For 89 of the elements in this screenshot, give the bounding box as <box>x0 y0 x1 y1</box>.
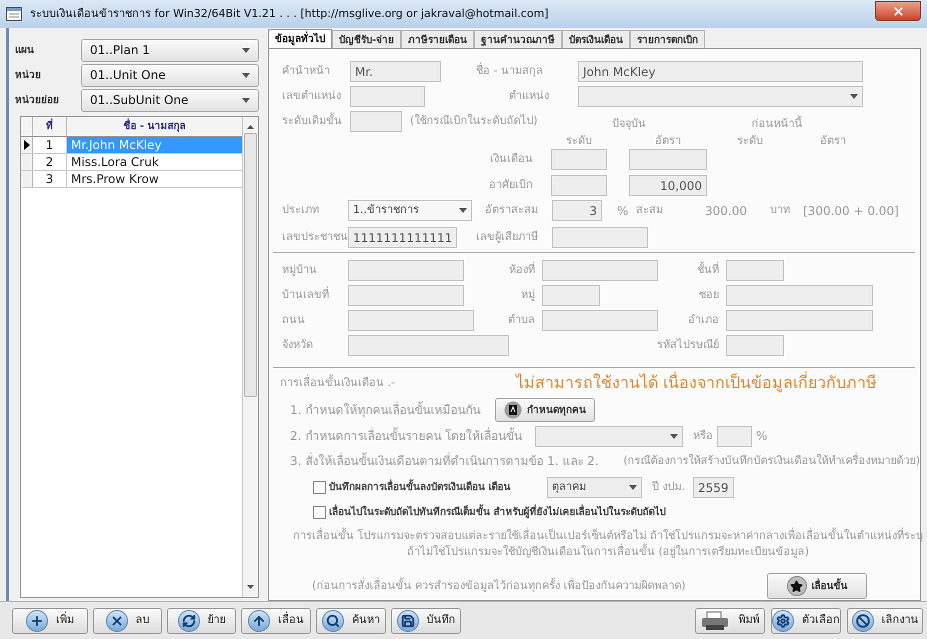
input-field[interactable]: 1111111111111 <box>348 227 457 248</box>
toolbar-button[interactable]: เพิ่ม <box>12 608 88 634</box>
input-field[interactable]: 10,000 <box>629 175 707 196</box>
field-label: ถนน <box>282 312 306 328</box>
column-header: ชื่อ - นามสกุล <box>67 117 242 136</box>
field-label: ปี งปม. <box>652 479 686 496</box>
checkbox-label: บันทึกผลการเลื่อนขั้นลงบัตรเงินเดือน เดือน <box>329 480 530 495</box>
toolbar-button[interactable]: ลบ <box>93 608 162 634</box>
input-field[interactable]: Mr. <box>350 61 441 82</box>
dropdown-field[interactable]: 1..ข้าราชการ <box>348 200 472 221</box>
tab[interactable]: ฐานคำนวณภาษี <box>474 30 562 49</box>
table-cell-text: Mrs.Prow Krow <box>70 171 160 187</box>
window-title: ระบบเงินเดือนข้าราชการ for Win32/64Bit V1.21 . . . [http://msglive.org or jakraval@hotmail.com] <box>30 6 549 22</box>
raise-button[interactable]: เลื่อนขั้น <box>767 573 867 599</box>
toolbar-button[interactable]: บันทึก <box>391 608 461 634</box>
input-field[interactable]: 2559 <box>693 477 734 498</box>
column-header: ที่ <box>33 117 67 136</box>
step-text: 2. กำหนดการเลื่อนขั้นรายคน โดยให้เลื่อนขั้น <box>290 427 524 445</box>
explanation-text: ถ้าไม่ใช่โปรแกรมจะใช้บัญชีเงินเดือนในการเลื่อนขั้น (อยู่ในการเตรียมทะเบียนข้อมูล) <box>406 544 810 560</box>
field-label: [300.00 + 0.00] <box>803 202 899 220</box>
filter-label: หน่วย <box>14 68 42 82</box>
table-row[interactable]: 1 Mr.John McKley <box>21 137 242 154</box>
field-label: เลขตำแหน่ง <box>282 88 342 104</box>
set-all-button[interactable]: กำหนดทุกคน <box>495 398 595 422</box>
toolbar-button[interactable]: ย้าย <box>167 608 236 634</box>
tab[interactable]: ข้อมูลทั่วไป <box>268 29 332 49</box>
field-label: 300.00 <box>705 202 748 220</box>
field-label: เงินเดือน <box>489 151 534 168</box>
warning-text: ไม่สามารถใช้งานได้ เนื่องจากเป็นข้อมูลเกี่ยวกับภาษี <box>516 371 878 394</box>
field-label: ระดับ <box>565 132 593 149</box>
filter-label: แผน <box>14 44 35 58</box>
field-label: เลขประชาชน <box>282 229 348 246</box>
month-dropdown[interactable]: ตุลาคม <box>547 477 642 498</box>
field-label: บ้านเลขที่ <box>282 287 330 304</box>
filter-dropdown[interactable]: 01..Plan 1 <box>81 38 259 62</box>
field-label: หมู่บ้าน <box>282 262 318 278</box>
toolbar-button[interactable]: เลื่อน <box>241 608 311 634</box>
field-label: % <box>617 202 630 220</box>
field-label: บาท <box>770 202 791 218</box>
field-label: (ใช้กรณีเบิกในระดับถัดไป) <box>410 113 538 130</box>
step-text: 1. กำหนดให้ทุกคนเลื่อนขั้นเหมือนกัน <box>290 401 482 419</box>
field-label: อัตรา <box>654 132 682 149</box>
field-label: อัตราสะสม <box>485 202 539 218</box>
table-row[interactable]: 3 Mrs.Prow Krow <box>21 171 242 188</box>
field-label: ประเภท <box>282 202 320 218</box>
field-label: ระดับเดิมขั้น <box>282 113 343 130</box>
table-cell: Mr.John McKley <box>67 137 242 153</box>
field-label: ก่อนหน้านี้ <box>750 116 804 132</box>
backup-note: (ก่อนการสั่งเลื่อนขั้น ควรสำรองข้อมูลไว้ก่อนทุกครั้ง เพื่อป้องกันความผิดพลาด) <box>311 578 687 594</box>
step-text: 3. สั่งให้เลื่อนขั้นเงินเดือนตามที่ดำเนินการตามข้อ 1. และ 2. <box>290 452 600 470</box>
field-label: ซอย <box>698 287 720 304</box>
filter-label: หน่วยย่อย <box>14 94 60 108</box>
table-row[interactable]: 2 Miss.Lora Cruk <box>21 154 242 171</box>
field-label: ระดับ <box>736 132 764 149</box>
tab[interactable]: บัญชีรับ-จ่าย <box>332 30 402 49</box>
field-label: อัตรา <box>819 132 847 149</box>
field-label: หมู่ <box>520 287 536 304</box>
field-label: (กรณีต้องการให้สร้างบันทึกบัตรเงินเดือนให้ทำเครื่องหมายด้วย) <box>623 452 920 469</box>
field-label: จังหวัด <box>282 337 314 354</box>
table-cell: 2 <box>33 154 67 170</box>
field-label: หรือ <box>693 428 714 444</box>
toolbar-button[interactable]: ตัวเลือก <box>771 608 841 634</box>
toolbar-button[interactable]: พิมพ์ <box>695 608 765 634</box>
field-label: ห้องที่ <box>508 262 536 278</box>
table-cell: 3 <box>33 171 67 187</box>
checkbox-label: เลื่อนไปในระดับถัดไปทันทีกรณีเต็มขั้น สำหรับผู้ที่ยังไม่เคยเลื่อนไปในระดับถัดไป <box>329 504 666 520</box>
field-label: อาศัยเบิก <box>488 177 534 194</box>
field-label: สะสม <box>636 202 664 218</box>
section-title: การเลื่อนขั้นเงินเดือน .- <box>280 374 396 391</box>
tab[interactable]: บัตรเงินเดือน <box>562 30 630 49</box>
table-cell-text: Miss.Lora Cruk <box>70 154 160 170</box>
field-label: อำเภอ <box>687 312 720 328</box>
field-label: คำนำหน้า <box>282 63 331 80</box>
field-label: เลขผู้เสียภาษี <box>476 229 539 246</box>
toolbar-button[interactable]: ค้นหา <box>316 608 386 634</box>
input-field[interactable]: 3 <box>552 200 602 221</box>
filter-dropdown[interactable]: 01..SubUnit One <box>81 88 259 112</box>
field-label: รหัสไปรษณีย์ <box>656 337 720 354</box>
field-label: % <box>756 428 768 445</box>
filter-dropdown[interactable]: 01..Unit One <box>81 64 259 86</box>
tab[interactable]: รายการตกเบิก <box>630 30 706 49</box>
field-label: ตำบล <box>507 312 536 328</box>
tab[interactable]: ภาษีรายเดือน <box>401 30 474 49</box>
field-label: ตำแหน่ง <box>508 88 550 104</box>
input-field[interactable]: John McKley <box>578 61 863 82</box>
toolbar-button[interactable]: เลิกงาน <box>847 608 923 634</box>
field-label: ชั้นที่ <box>696 262 720 278</box>
field-label: ชื่อ - นามสกุล <box>475 63 544 80</box>
field-label: ปัจจุบัน <box>611 116 647 132</box>
